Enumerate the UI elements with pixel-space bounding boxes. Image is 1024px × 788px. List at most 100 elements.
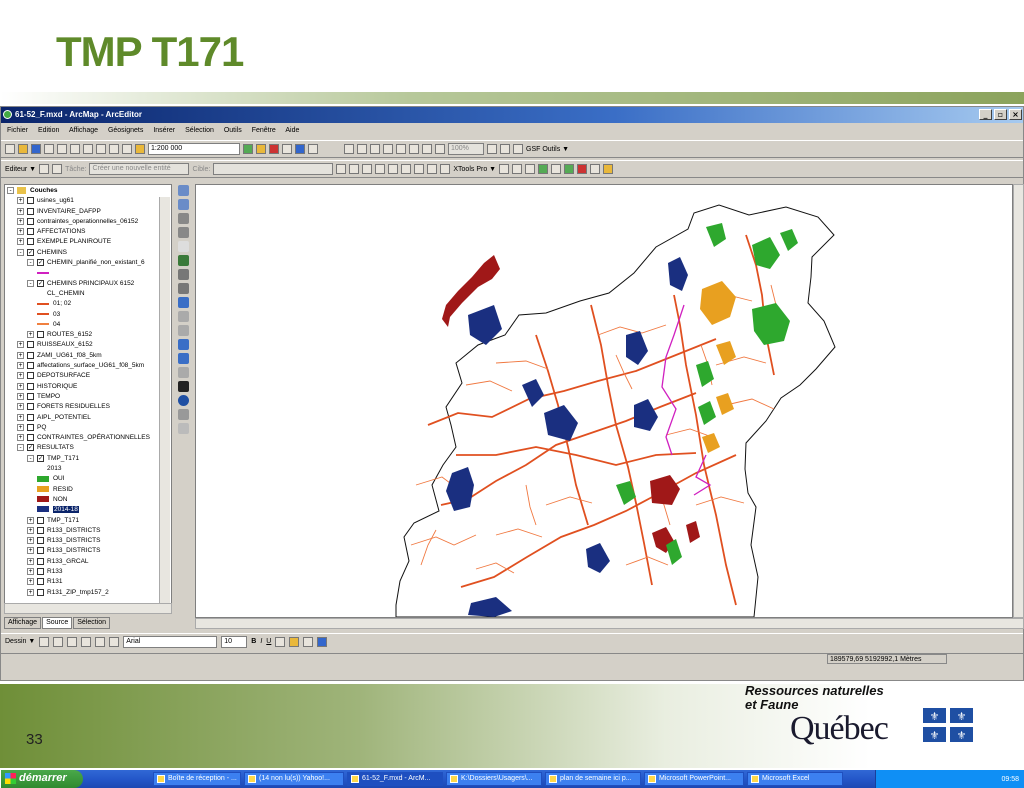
layout-tool-7-icon[interactable] xyxy=(422,144,432,154)
taskbar-item-explorer[interactable]: K:\Dossiers\Usagers\... xyxy=(446,772,542,786)
split-tool-icon[interactable] xyxy=(336,164,347,174)
toc-row[interactable]: - ✓ CHEMINS PRINCIPAUX 6152 xyxy=(7,279,171,290)
toc-row[interactable]: - ✓ CHEMIN_planifié_non_existant_6 xyxy=(7,259,171,269)
font-color-icon[interactable] xyxy=(275,636,286,647)
task-select[interactable]: Créer une nouvelle entité xyxy=(89,163,190,175)
font-select[interactable]: Arial xyxy=(123,635,218,648)
toc-row[interactable]: + FORETS RESIDUELLES xyxy=(7,403,171,413)
expand-icon[interactable]: + xyxy=(27,331,34,339)
arccatalog-icon[interactable] xyxy=(256,144,266,154)
collapse-icon[interactable]: - xyxy=(7,187,14,194)
toc-row[interactable]: + DEPOTSURFACE xyxy=(7,372,171,382)
model-builder-icon[interactable] xyxy=(295,144,305,154)
sketch-props-icon[interactable] xyxy=(375,164,386,174)
layout-tool-4-icon[interactable] xyxy=(383,144,393,154)
line-color-icon[interactable] xyxy=(303,636,314,647)
expand-icon[interactable]: + xyxy=(27,557,34,565)
map-vertical-scrollbar[interactable] xyxy=(1013,184,1024,618)
layout-tool-2-icon[interactable] xyxy=(357,144,367,154)
layer-visibility-checkbox[interactable] xyxy=(37,537,44,545)
menu-affichage[interactable]: Affichage xyxy=(69,127,98,134)
taskbar-item-excel[interactable]: Microsoft Excel xyxy=(747,772,843,786)
layer-visibility-checkbox[interactable] xyxy=(37,516,44,524)
whats-this-icon[interactable] xyxy=(308,144,318,154)
map-horizontal-scrollbar[interactable] xyxy=(195,618,1024,629)
toc-row[interactable]: + AFFECTATIONS xyxy=(7,228,171,238)
expand-icon[interactable]: + xyxy=(17,362,24,370)
new-document-icon[interactable] xyxy=(5,144,15,154)
layer-visibility-checkbox[interactable] xyxy=(37,331,44,339)
layout-tool-10-icon[interactable] xyxy=(500,144,510,154)
info-icon[interactable] xyxy=(178,395,189,406)
toc-row[interactable]: - Couches xyxy=(7,187,171,197)
toc-row[interactable]: + R133_GRCAL xyxy=(7,557,171,568)
identify-icon[interactable] xyxy=(178,339,189,350)
expand-icon[interactable]: + xyxy=(17,434,24,442)
toc-row[interactable]: + ROUTES_6152 xyxy=(7,331,171,341)
xtools-3-icon[interactable] xyxy=(525,164,536,174)
add-data-icon[interactable] xyxy=(135,144,145,154)
italic-button[interactable]: I xyxy=(260,638,262,645)
layer-visibility-checkbox[interactable] xyxy=(27,362,34,370)
clear-selection-icon[interactable] xyxy=(178,311,189,322)
layer-visibility-checkbox[interactable] xyxy=(37,526,44,534)
rotate-draw-icon[interactable] xyxy=(53,636,64,647)
measure-icon[interactable] xyxy=(178,367,189,378)
fixed-zoom-out-icon[interactable] xyxy=(178,227,189,238)
toc-row[interactable]: + R133 xyxy=(7,567,171,578)
layer-visibility-checkbox[interactable] xyxy=(27,228,34,236)
collapse-icon[interactable]: - xyxy=(27,259,34,267)
collapse-icon[interactable]: - xyxy=(17,248,24,256)
toc-row[interactable]: RESID xyxy=(7,486,171,496)
toc-row[interactable]: + R133_DISTRICTS xyxy=(7,547,171,557)
select-features-icon[interactable] xyxy=(178,297,189,308)
expand-icon[interactable]: + xyxy=(27,537,34,545)
expand-icon[interactable]: + xyxy=(27,516,34,524)
undo-icon[interactable] xyxy=(109,144,119,154)
sum-icon[interactable] xyxy=(178,423,189,434)
collapse-icon[interactable]: - xyxy=(27,279,34,287)
fixed-zoom-in-icon[interactable] xyxy=(178,213,189,224)
layer-visibility-checkbox[interactable] xyxy=(27,207,34,215)
layer-visibility-checkbox[interactable] xyxy=(27,403,34,411)
layer-visibility-checkbox[interactable] xyxy=(37,547,44,555)
xtools-7-icon[interactable] xyxy=(603,164,614,174)
command-line-icon[interactable] xyxy=(282,144,292,154)
expand-icon[interactable]: + xyxy=(17,341,24,349)
toc-row[interactable]: + PQ xyxy=(7,423,171,434)
clock[interactable]: 09:58 xyxy=(1001,776,1019,783)
layer-visibility-checkbox[interactable] xyxy=(27,413,34,421)
collapse-icon[interactable]: - xyxy=(27,454,34,462)
toc-row[interactable]: + usines_ug61 xyxy=(7,197,171,207)
select-elements-draw-icon[interactable] xyxy=(39,636,50,647)
expand-icon[interactable]: + xyxy=(17,403,24,411)
toc-row[interactable]: + affectations_surface_UG61_f08_5km xyxy=(7,362,171,372)
xtools-pro-menu[interactable]: XTools Pro ▼ xyxy=(453,166,496,173)
map-view[interactable] xyxy=(195,184,1013,618)
expand-icon[interactable]: + xyxy=(27,526,34,534)
topology-1-icon[interactable] xyxy=(388,164,399,174)
maximize-button[interactable]: ▫ xyxy=(994,109,1007,120)
layer-visibility-checkbox[interactable] xyxy=(27,197,34,205)
zoom-whole-page-icon[interactable] xyxy=(67,636,78,647)
taskbar-item-inbox[interactable]: Boîte de réception - ... xyxy=(153,772,241,786)
edit-tool-icon[interactable] xyxy=(39,164,50,174)
menu-edition[interactable]: Edition xyxy=(38,127,59,134)
layer-visibility-checkbox[interactable] xyxy=(37,557,44,565)
menu-geosignets[interactable]: Géosignets xyxy=(108,127,143,134)
expand-icon[interactable]: + xyxy=(17,382,24,390)
layout-tool-8-icon[interactable] xyxy=(435,144,445,154)
map-canvas[interactable] xyxy=(196,185,1013,618)
expand-icon[interactable]: + xyxy=(27,567,34,575)
toc-row[interactable]: + CONTRAINTES_OPÉRATIONNELLES xyxy=(7,434,171,444)
minimize-button[interactable]: _ xyxy=(979,109,992,120)
topology-3-icon[interactable] xyxy=(414,164,425,174)
toc-row[interactable]: + R133_DISTRICTS xyxy=(7,526,171,537)
hyperlink-icon[interactable] xyxy=(178,409,189,420)
toc-row[interactable]: - ✓ RESULTATS xyxy=(7,444,171,454)
pan-icon[interactable] xyxy=(178,241,189,252)
layer-visibility-checkbox[interactable] xyxy=(27,392,34,400)
copy-icon[interactable] xyxy=(70,144,80,154)
toc-row[interactable]: + AIPL_POTENTIEL xyxy=(7,413,171,424)
layer-visibility-checkbox[interactable]: ✓ xyxy=(37,279,44,287)
